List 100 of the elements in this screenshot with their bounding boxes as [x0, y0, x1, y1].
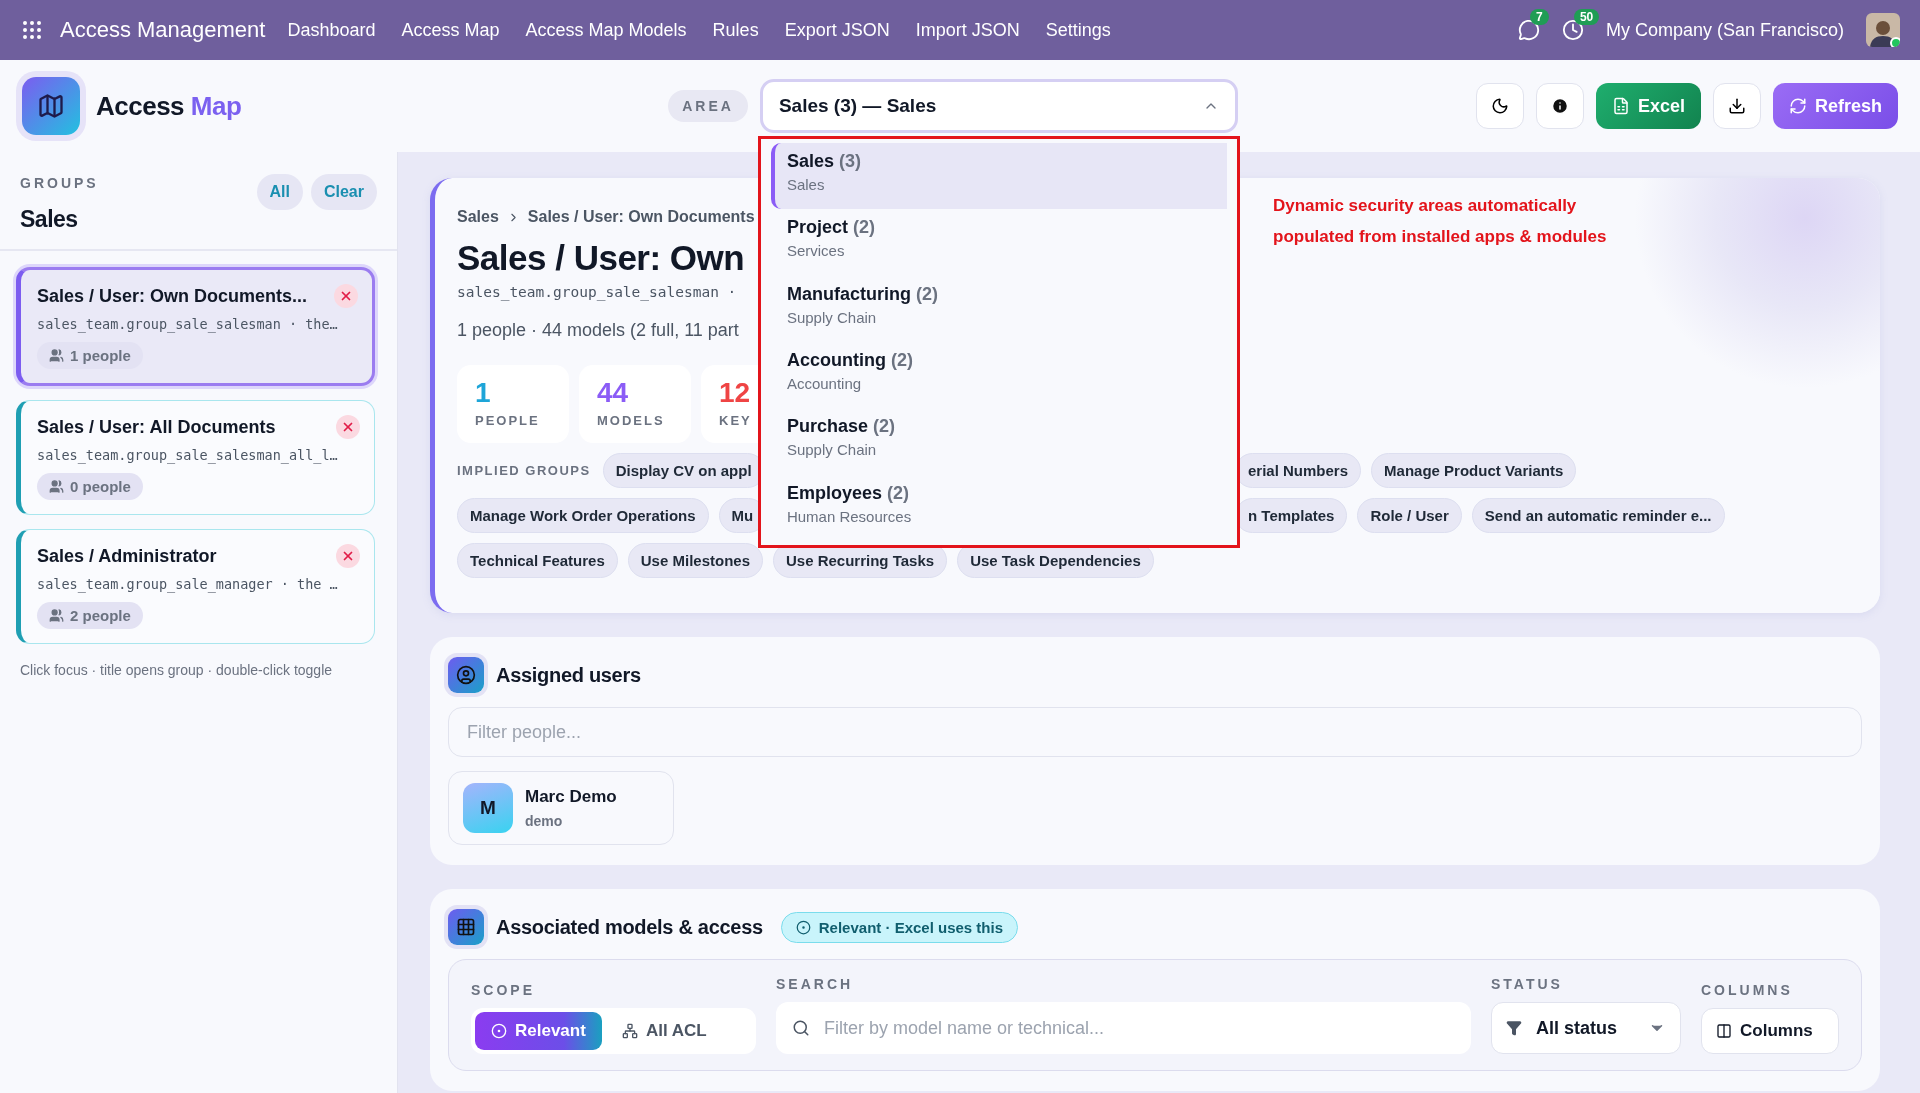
activity-icon[interactable] [1561, 19, 1584, 41]
search-label: SEARCH [776, 976, 855, 992]
columns-icon [1716, 1023, 1732, 1039]
download-button[interactable] [1712, 83, 1761, 129]
scope-toggle[interactable]: All ACL [605, 1012, 723, 1050]
spreadsheet-icon [1611, 97, 1630, 115]
info-icon [1550, 97, 1569, 115]
close-icon [339, 289, 353, 303]
search-icon [792, 1019, 810, 1037]
chat-icon[interactable] [1517, 19, 1540, 41]
nav-menu-item[interactable]: Settings [1045, 19, 1111, 41]
people-icon [49, 608, 64, 623]
scope-label: SCOPE [471, 982, 536, 998]
filter-icon [1506, 1020, 1522, 1036]
company-switcher[interactable]: My Company (San Francisco) [1605, 19, 1844, 41]
stat-value: 44 [597, 377, 630, 409]
remove-button[interactable] [336, 544, 360, 568]
user-card[interactable]: M Marc Demo demo [448, 771, 674, 845]
breadcrumb-item[interactable]: Sales [457, 208, 499, 226]
nav-menu-item[interactable]: Export JSON [784, 19, 890, 41]
stat-label: MODELS [597, 413, 666, 428]
excel-button[interactable]: Excel [1595, 83, 1701, 129]
sidebar-title: Sales [20, 206, 79, 233]
nav-menu-item[interactable]: Import JSON [915, 19, 1020, 41]
panel-title: Assigned users [496, 663, 641, 687]
user-avatar[interactable] [1866, 13, 1900, 47]
target-icon [795, 919, 811, 935]
people-count: 0 people [37, 473, 143, 500]
dropdown-option[interactable]: Project (2) Services [770, 209, 1227, 276]
group-chip[interactable]: Manage Work Order Operations [457, 498, 709, 533]
group-name[interactable]: Sales / User: Own Documents... [37, 285, 308, 307]
model-search-input[interactable]: Filter by model name or technical... [822, 1016, 1455, 1040]
group-summary: 1 people · 44 models (2 full, 11 part [457, 320, 739, 341]
relevant-badge: Relevant · Excel uses this [780, 911, 1019, 943]
stat-label: PEOPLE [475, 413, 541, 428]
chat-count-badge: 7 [1529, 9, 1549, 25]
nav-menu-item[interactable]: Rules [712, 19, 759, 41]
people-icon [49, 348, 64, 363]
nav-menu-item[interactable]: Access Map Models [525, 19, 687, 41]
remove-button[interactable] [334, 284, 358, 308]
group-name[interactable]: Sales / Administrator [37, 545, 217, 567]
sidebar-hint: Click focus · title opens group · double-click toggle [19, 661, 334, 680]
stat-value: 1 [475, 377, 492, 409]
group-chip[interactable]: Manage Product Variants [1371, 453, 1577, 488]
group-technical-name: sales_team.group_sale_salesman · [457, 284, 737, 300]
page-title: Access Map [96, 90, 242, 122]
dropdown-option[interactable]: Manufacturing (2) Supply Chain [770, 275, 1227, 342]
scope-toggle[interactable]: Relevant [475, 1012, 602, 1050]
target-icon [491, 1023, 507, 1039]
filter-people-field[interactable]: Filter people... [448, 707, 1862, 757]
group-technical-name: sales_team.group_sale_salesman · the… [37, 316, 339, 332]
user-login: demo [525, 813, 564, 829]
stat-label: KEY [719, 413, 753, 428]
implied-groups-label: IMPLIED GROUPS [457, 463, 591, 478]
area-select[interactable]: Sales (3) — Sales [759, 79, 1238, 133]
user-initial-avatar: M [463, 783, 513, 833]
group-name[interactable]: Sales / User: All Documents [37, 416, 276, 438]
dropdown-option[interactable]: Sales (3) Sales [770, 143, 1227, 210]
group-technical-name: sales_team.group_sale_manager · the … [37, 576, 339, 592]
apps-menu-icon[interactable] [20, 18, 44, 42]
hierarchy-icon [621, 1023, 638, 1039]
group-chip[interactable]: Send an automatic reminder e... [1471, 498, 1725, 533]
refresh-button[interactable]: Refresh [1772, 83, 1898, 129]
columns-button[interactable]: Columns [1701, 1008, 1839, 1054]
dark-mode-button[interactable] [1475, 83, 1524, 129]
nav-menu-item[interactable]: Dashboard [287, 19, 376, 41]
group-chip[interactable]: Technical Features [457, 543, 618, 578]
refresh-icon [1788, 97, 1807, 115]
activity-count-badge: 50 [1573, 9, 1600, 25]
group-card[interactable]: Sales / Administrator sales_team.group_sale_manager · the … 2 people [16, 529, 375, 644]
breadcrumb-item[interactable]: Sales / User: Own Documents [527, 208, 755, 226]
group-title: Sales / User: Own [457, 238, 745, 278]
group-chip[interactable]: Role / User [1357, 498, 1462, 533]
group-card[interactable]: Sales / User: All Documents sales_team.group_sale_salesman_all_l… 0 people [16, 400, 375, 515]
annotation-text: Dynamic security areas automatically populated from installed apps & modules [1273, 195, 1608, 248]
map-icon [37, 92, 65, 120]
groups-heading: GROUPS [20, 175, 99, 191]
model-search-field[interactable]: Filter by model name or technical... [776, 1002, 1471, 1054]
close-icon [341, 420, 355, 434]
people-count: 2 people [37, 602, 143, 629]
people-icon [49, 479, 64, 494]
group-chip[interactable]: Use Milestones [627, 543, 763, 578]
columns-label: COLUMNS [1701, 982, 1794, 998]
group-card[interactable]: Sales / User: Own Documents... sales_team.group_sale_salesman · the… 1 people [16, 267, 375, 386]
dropdown-option[interactable]: Employees (2) Human Resources [770, 474, 1227, 541]
dropdown-option[interactable]: Purchase (2) Supply Chain [770, 408, 1227, 475]
status-dropdown[interactable]: All status [1491, 1002, 1681, 1054]
remove-button[interactable] [336, 415, 360, 439]
dropdown-option[interactable]: Accounting (2) Accounting [770, 342, 1227, 409]
user-circle-icon [456, 665, 476, 685]
moon-icon [1490, 97, 1509, 115]
user-name: Marc Demo [525, 787, 617, 807]
panel-title: Associated models & access [496, 915, 763, 939]
status-label: STATUS [1491, 976, 1564, 992]
info-button[interactable] [1535, 83, 1584, 129]
nav-menu-item[interactable]: Access Map [401, 19, 500, 41]
area-label: AREA [668, 90, 748, 122]
app-title: Access Management [60, 17, 266, 43]
people-count: 1 people [37, 342, 143, 369]
download-icon [1727, 97, 1746, 115]
